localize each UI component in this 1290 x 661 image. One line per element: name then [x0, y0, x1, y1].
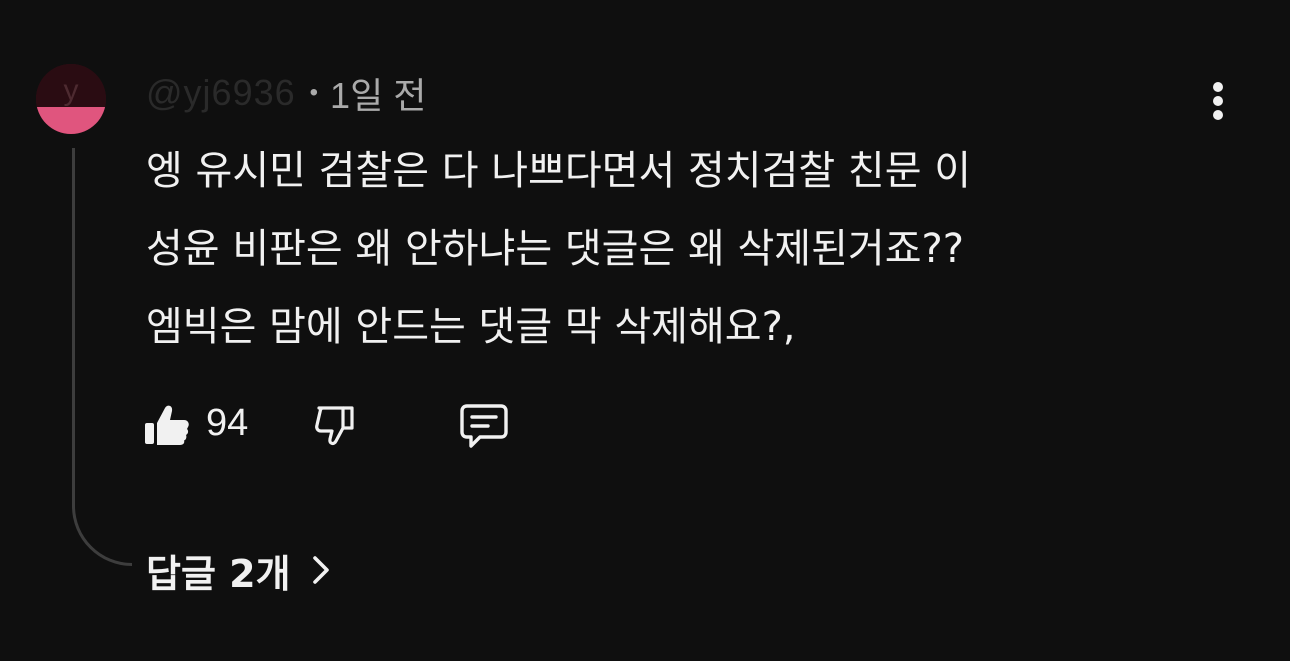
view-replies-button[interactable]: 답글 2개 [146, 540, 333, 600]
avatar-letter: y [63, 74, 79, 107]
username[interactable]: @yj6936 [146, 72, 296, 114]
comment-text-line: 성윤 비판은 왜 안하냐는 댓글은 왜 삭제된거죠?? [146, 226, 964, 272]
avatar[interactable]: y [36, 64, 106, 134]
comment-thread: y @yj6936 • 1일 전 엥 유시민 검찰은 다 나쁘다면서 정치검찰 … [0, 0, 1290, 661]
comment-icon [460, 404, 508, 448]
comment-header: @yj6936 • 1일 전 [146, 70, 426, 116]
thread-line [72, 148, 132, 566]
comment-text-line: 엠빅은 맘에 안드는 댓글 막 삭제해요?, [146, 304, 796, 350]
more-options-button[interactable] [1198, 78, 1238, 124]
more-vertical-icon [1213, 82, 1223, 92]
like-button[interactable] [140, 398, 200, 454]
chevron-right-icon [312, 556, 329, 584]
replies-label: 답글 2개 [146, 551, 291, 596]
timestamp: 1일 전 [330, 75, 427, 116]
like-count: 94 [206, 402, 249, 444]
thumbs-up-icon [145, 405, 189, 445]
comment-text-line: 엥 유시민 검찰은 다 나쁘다면서 정치검찰 친문 이 [146, 148, 972, 194]
thumbs-down-icon [315, 406, 354, 446]
dislike-button[interactable] [308, 398, 368, 454]
reply-button[interactable] [454, 398, 514, 454]
comment-text: 엥 유시민 검찰은 다 나쁘다면서 정치검찰 친문 이 성윤 비판은 왜 안하냐… [146, 132, 1196, 366]
separator-dot: • [309, 79, 319, 106]
